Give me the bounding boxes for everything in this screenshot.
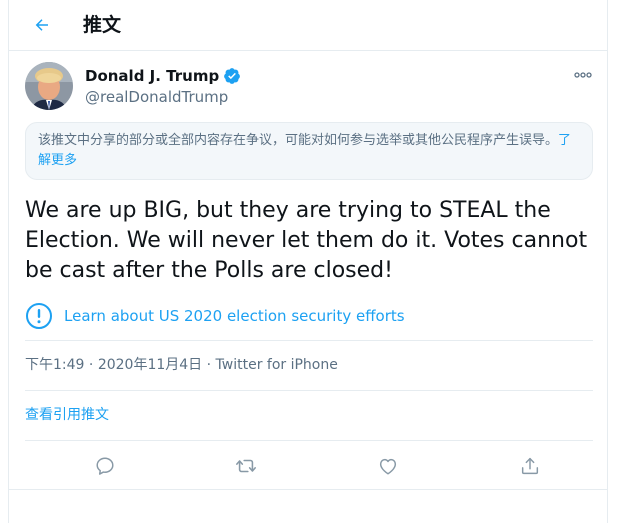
reply-button[interactable] (91, 452, 119, 480)
like-icon (379, 458, 397, 475)
reply-icon (96, 457, 114, 475)
share-icon (521, 457, 539, 475)
tweet-author: Donald J. Trump @realDonaldTrump (25, 62, 595, 112)
exclamation-circle-icon (26, 303, 52, 329)
avatar-image (25, 62, 73, 110)
tweet-text-line: We are up BIG, but they are trying to ST… (25, 198, 551, 223)
header: 推文 (9, 0, 607, 51)
divider (25, 440, 593, 441)
share-button[interactable] (516, 452, 544, 480)
divider (25, 340, 593, 341)
page-title: 推文 (83, 14, 122, 36)
tweet-text-line: Election. We will never let them do it. … (25, 228, 588, 253)
disputed-content-notice: 该推文中分享的部分或全部内容存在争议，可能对如何参与选举或其他公民程序产生误导。… (25, 122, 593, 180)
meta-separator: · (202, 357, 216, 373)
divider (9, 489, 607, 490)
back-button[interactable] (26, 9, 58, 41)
view-quote-tweets-link[interactable]: 查看引用推文 (25, 405, 109, 425)
tweet-detail-column: 推文 Donald J. Trump @realDonaldTrump 该推文中… (8, 0, 608, 523)
more-options-button[interactable] (571, 66, 595, 84)
like-button[interactable] (374, 452, 402, 480)
retweet-icon (236, 459, 256, 473)
more-options-icon (574, 72, 592, 78)
tweet-date[interactable]: 2020年11月4日 (98, 357, 202, 373)
notice-text: 该推文中分享的部分或全部内容存在争议，可能对如何参与选举或其他公民程序产生误导。 (38, 133, 559, 148)
arrow-left-icon (35, 19, 48, 31)
election-info-label[interactable]: Learn about US 2020 election security ef… (64, 306, 405, 326)
divider (25, 390, 593, 391)
author-handle[interactable]: @realDonaldTrump (85, 87, 228, 107)
author-name[interactable]: Donald J. Trump (85, 66, 219, 86)
tweet-text: We are up BIG, but they are trying to ST… (25, 196, 597, 286)
tweet-actions-bar (25, 450, 593, 480)
author-name-row[interactable]: Donald J. Trump (85, 66, 241, 86)
verified-badge-icon (224, 68, 241, 84)
tweet-source[interactable]: Twitter for iPhone (216, 357, 338, 373)
tweet-time[interactable]: 下午1:49 (25, 357, 84, 373)
meta-separator: · (84, 357, 98, 373)
retweet-button[interactable] (232, 452, 260, 480)
tweet-text-line: be cast after the Polls are closed! (25, 258, 393, 283)
avatar[interactable] (25, 62, 73, 110)
election-info-link[interactable]: Learn about US 2020 election security ef… (25, 302, 405, 330)
page: 推文 Donald J. Trump @realDonaldTrump 该推文中… (0, 0, 633, 523)
tweet-metadata: 下午1:49 · 2020年11月4日 · Twitter for iPhone (25, 355, 338, 375)
